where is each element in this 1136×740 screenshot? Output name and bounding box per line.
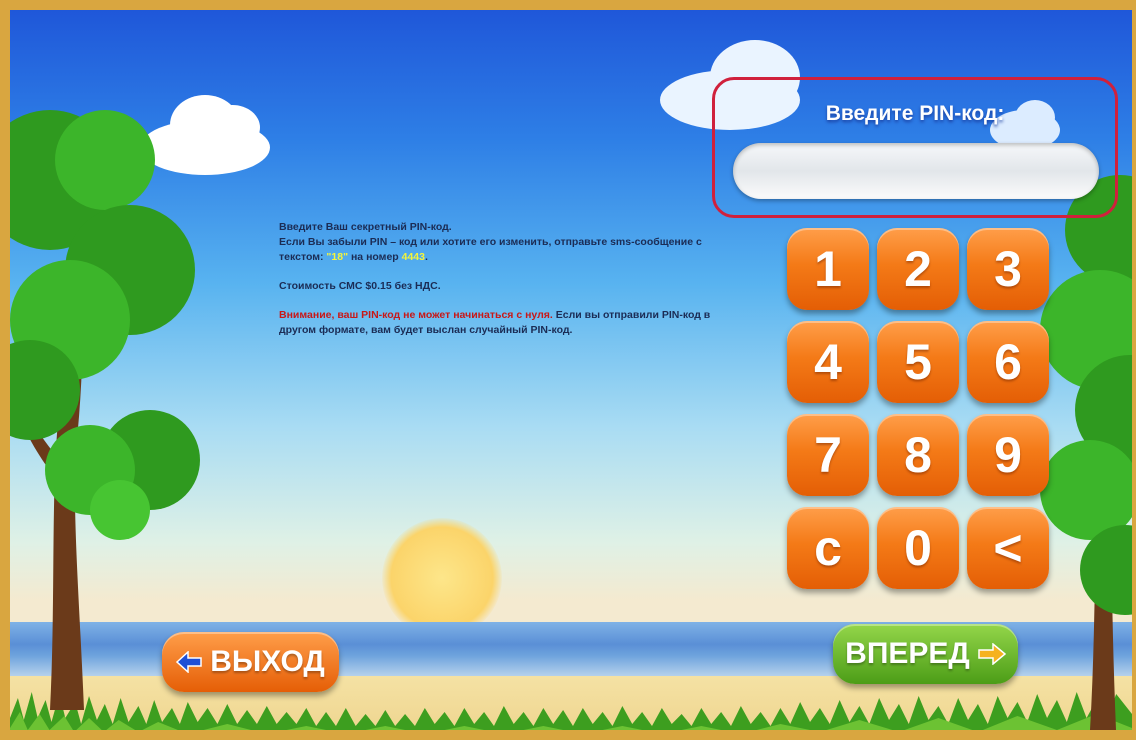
tree xyxy=(10,110,200,710)
pin-label: Введите PIN-код: xyxy=(825,102,1005,125)
key-1[interactable]: 1 xyxy=(787,228,869,310)
exit-button[interactable]: ВЫХОД xyxy=(162,632,339,692)
instructions-line-2b: на номер xyxy=(348,251,402,263)
sms-text: "18" xyxy=(326,251,349,263)
arrow-right-icon xyxy=(978,643,1006,665)
key-3[interactable]: 3 xyxy=(967,228,1049,310)
next-label: ВПЕРЕД xyxy=(845,637,970,670)
exit-label: ВЫХОД xyxy=(210,645,325,678)
instructions-text: Введите Ваш секретный PIN-код. Если Вы з… xyxy=(279,220,719,352)
key-0[interactable]: 0 xyxy=(877,507,959,589)
key-6[interactable]: 6 xyxy=(967,321,1049,403)
sun xyxy=(382,518,502,638)
key-2[interactable]: 2 xyxy=(877,228,959,310)
background-scene: Введите Ваш секретный PIN-код. Если Вы з… xyxy=(10,10,1132,730)
sms-number: 4443 xyxy=(401,251,425,263)
key-8[interactable]: 8 xyxy=(877,414,959,496)
arrow-left-icon xyxy=(176,651,202,673)
pin-input[interactable] xyxy=(733,143,1099,199)
key-clear[interactable]: c xyxy=(787,507,869,589)
sms-cost: Стоимость СМС $0.15 без НДС. xyxy=(279,280,441,292)
next-button[interactable]: ВПЕРЕД xyxy=(833,624,1018,684)
pin-entry-panel: Введите PIN-код: xyxy=(712,77,1118,218)
instructions-line-1: Введите Ваш секретный PIN-код. xyxy=(279,221,452,233)
key-5[interactable]: 5 xyxy=(877,321,959,403)
key-7[interactable]: 7 xyxy=(787,414,869,496)
kiosk-frame: Введите Ваш секретный PIN-код. Если Вы з… xyxy=(0,0,1136,740)
key-9[interactable]: 9 xyxy=(967,414,1049,496)
key-backspace[interactable]: < xyxy=(967,507,1049,589)
instructions-line-2c: . xyxy=(424,251,428,263)
pin-warning: Внимание, ваш PIN-код не может начинатьс… xyxy=(279,309,553,321)
key-4[interactable]: 4 xyxy=(787,321,869,403)
